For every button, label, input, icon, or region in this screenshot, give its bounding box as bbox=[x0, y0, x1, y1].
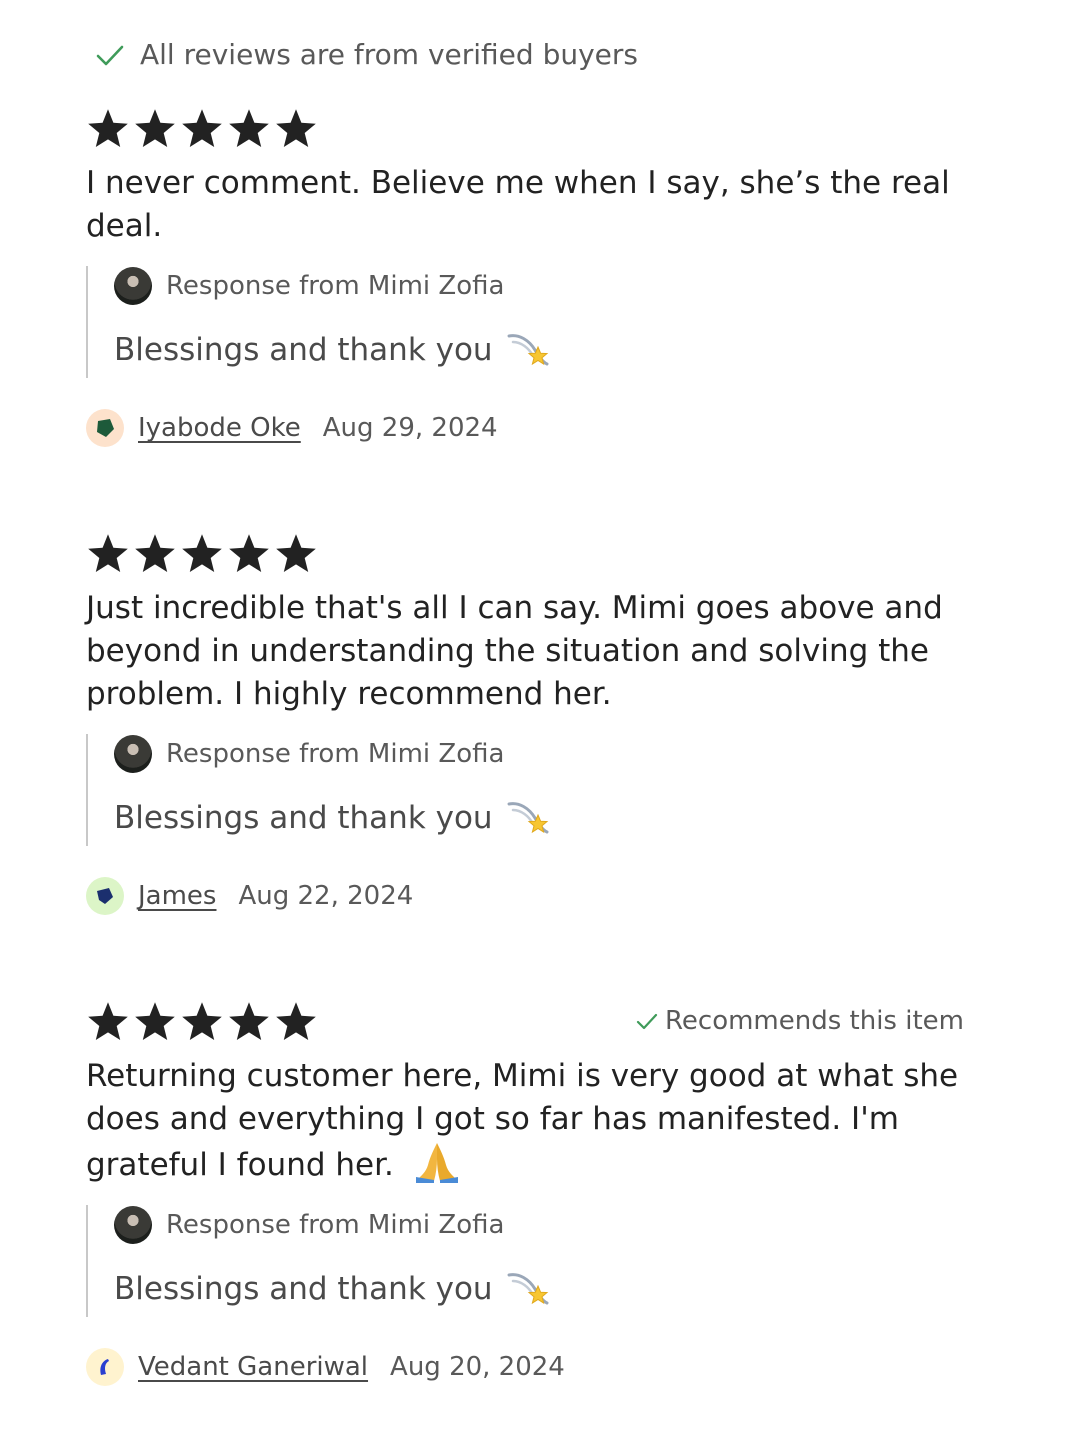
reviewer-name-link[interactable]: Iyabode Oke bbox=[138, 413, 301, 443]
star-icon bbox=[182, 1002, 222, 1041]
star-icon bbox=[135, 534, 175, 573]
review-date: Aug 20, 2024 bbox=[390, 1352, 565, 1382]
star-rating bbox=[86, 1000, 318, 1042]
verified-notice-text: All reviews are from verified buyers bbox=[140, 38, 638, 71]
review-card: Recommends this item Returning customer … bbox=[86, 999, 976, 1387]
star-icon bbox=[182, 109, 222, 148]
recommends-label: Recommends this item bbox=[665, 1006, 964, 1036]
response-message: Blessings and thank you bbox=[114, 1271, 493, 1307]
dizzy-star-icon bbox=[505, 1269, 551, 1309]
star-icon bbox=[229, 109, 269, 148]
check-icon bbox=[636, 1013, 658, 1030]
response-message: Blessings and thank you bbox=[114, 332, 493, 368]
review-date: Aug 29, 2024 bbox=[322, 413, 498, 443]
review-card: Just incredible that's all I can say. Mi… bbox=[86, 531, 976, 916]
rating-row: Recommends this item bbox=[86, 999, 976, 1043]
rating-row bbox=[86, 531, 976, 575]
star-rating bbox=[86, 107, 318, 149]
reviewer-info: James Aug 22, 2024 bbox=[86, 876, 976, 916]
rating-row bbox=[86, 106, 976, 150]
star-icon bbox=[88, 109, 128, 148]
verified-buyers-notice: All reviews are from verified buyers bbox=[94, 38, 638, 71]
review-text-body: Returning customer here, Mimi is very go… bbox=[86, 1058, 959, 1183]
star-icon bbox=[229, 1002, 269, 1041]
seller-response: Response from Mimi Zofia Blessings and t… bbox=[86, 734, 976, 846]
review-date: Aug 22, 2024 bbox=[238, 881, 414, 911]
response-text: Blessings and thank you bbox=[114, 1267, 976, 1311]
star-icon bbox=[88, 1002, 128, 1041]
star-icon bbox=[88, 534, 128, 573]
response-from-label: Response from Mimi Zofia bbox=[166, 1210, 505, 1240]
response-from-label: Response from Mimi Zofia bbox=[166, 271, 505, 301]
reviewer-name-link[interactable]: Vedant Ganeriwal bbox=[138, 1352, 368, 1382]
star-icon bbox=[135, 109, 175, 148]
shop-avatar bbox=[114, 735, 152, 773]
reviewer-info: Iyabode Oke Aug 29, 2024 bbox=[86, 408, 976, 448]
reviewer-info: Vedant Ganeriwal Aug 20, 2024 bbox=[86, 1347, 976, 1387]
shop-avatar bbox=[114, 267, 152, 305]
check-icon bbox=[96, 45, 124, 65]
seller-response: Response from Mimi Zofia Blessings and t… bbox=[86, 1205, 976, 1317]
star-rating bbox=[86, 532, 318, 574]
reviewer-avatar[interactable] bbox=[86, 877, 124, 915]
response-header: Response from Mimi Zofia bbox=[114, 266, 976, 306]
response-text: Blessings and thank you bbox=[114, 796, 976, 840]
star-icon bbox=[276, 534, 316, 573]
response-message: Blessings and thank you bbox=[114, 800, 493, 836]
star-icon bbox=[182, 534, 222, 573]
review-text: Just incredible that's all I can say. Mi… bbox=[86, 590, 943, 712]
response-header: Response from Mimi Zofia bbox=[114, 1205, 976, 1245]
reviewer-avatar[interactable] bbox=[86, 409, 124, 447]
recommends-badge: Recommends this item bbox=[635, 1006, 964, 1036]
seller-response: Response from Mimi Zofia Blessings and t… bbox=[86, 266, 976, 378]
review-text: I never comment. Believe me when I say, … bbox=[86, 165, 950, 244]
response-text: Blessings and thank you bbox=[114, 328, 976, 372]
star-icon bbox=[135, 1002, 175, 1041]
response-header: Response from Mimi Zofia bbox=[114, 734, 976, 774]
dizzy-star-icon bbox=[505, 798, 551, 838]
dizzy-star-icon bbox=[505, 330, 551, 370]
star-icon bbox=[276, 1002, 316, 1041]
response-from-label: Response from Mimi Zofia bbox=[166, 739, 505, 769]
folded-hands-icon bbox=[414, 1143, 460, 1183]
reviewer-avatar[interactable] bbox=[86, 1348, 124, 1386]
star-icon bbox=[229, 534, 269, 573]
star-icon bbox=[276, 109, 316, 148]
reviewer-name-link[interactable]: James bbox=[138, 881, 216, 911]
review-card: I never comment. Believe me when I say, … bbox=[86, 106, 976, 448]
shop-avatar bbox=[114, 1206, 152, 1244]
review-text: Returning customer here, Mimi is very go… bbox=[86, 1055, 966, 1187]
